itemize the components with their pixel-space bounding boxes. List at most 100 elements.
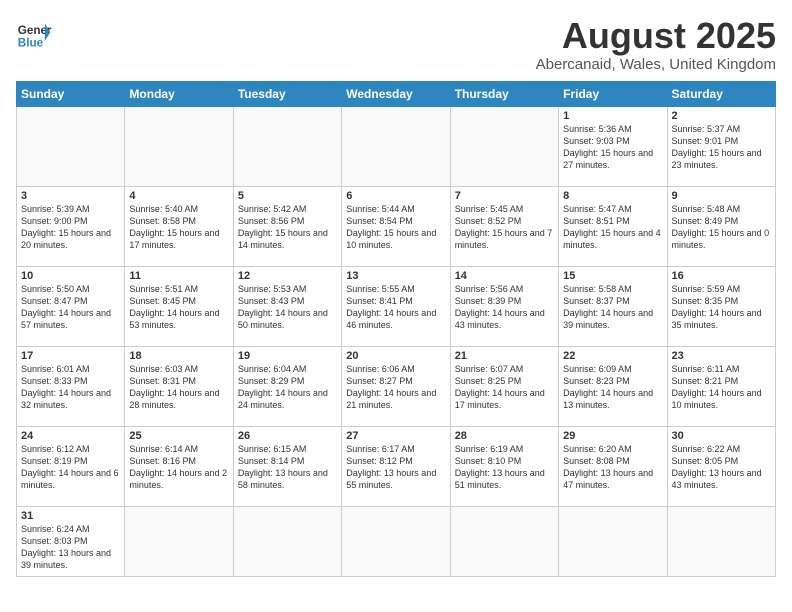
cell-content: Sunrise: 5:40 AM Sunset: 8:58 PM Dayligh… [129, 203, 228, 252]
calendar-cell: 26Sunrise: 6:15 AM Sunset: 8:14 PM Dayli… [233, 426, 341, 506]
cell-content: Sunrise: 5:42 AM Sunset: 8:56 PM Dayligh… [238, 203, 337, 252]
cell-content: Sunrise: 5:44 AM Sunset: 8:54 PM Dayligh… [346, 203, 445, 252]
calendar-cell [450, 506, 558, 576]
calendar-cell: 7Sunrise: 5:45 AM Sunset: 8:52 PM Daylig… [450, 186, 558, 266]
calendar-cell: 1Sunrise: 5:36 AM Sunset: 9:03 PM Daylig… [559, 106, 667, 186]
calendar-cell: 15Sunrise: 5:58 AM Sunset: 8:37 PM Dayli… [559, 266, 667, 346]
calendar-cell [17, 106, 125, 186]
day-number: 21 [455, 350, 554, 362]
cell-content: Sunrise: 5:53 AM Sunset: 8:43 PM Dayligh… [238, 283, 337, 332]
col-sunday: Sunday [17, 81, 125, 106]
calendar-cell [233, 106, 341, 186]
day-number: 18 [129, 350, 228, 362]
logo-icon: General Blue [16, 16, 52, 52]
cell-content: Sunrise: 5:58 AM Sunset: 8:37 PM Dayligh… [563, 283, 662, 332]
day-number: 1 [563, 110, 662, 122]
col-wednesday: Wednesday [342, 81, 450, 106]
day-number: 14 [455, 270, 554, 282]
calendar-cell: 11Sunrise: 5:51 AM Sunset: 8:45 PM Dayli… [125, 266, 233, 346]
calendar-cell: 23Sunrise: 6:11 AM Sunset: 8:21 PM Dayli… [667, 346, 775, 426]
day-number: 6 [346, 190, 445, 202]
day-number: 15 [563, 270, 662, 282]
cell-content: Sunrise: 5:50 AM Sunset: 8:47 PM Dayligh… [21, 283, 120, 332]
cell-content: Sunrise: 5:51 AM Sunset: 8:45 PM Dayligh… [129, 283, 228, 332]
cell-content: Sunrise: 5:55 AM Sunset: 8:41 PM Dayligh… [346, 283, 445, 332]
cell-content: Sunrise: 6:04 AM Sunset: 8:29 PM Dayligh… [238, 363, 337, 412]
day-number: 3 [21, 190, 120, 202]
day-number: 28 [455, 430, 554, 442]
page-header: General Blue August 2025 Abercanaid, Wal… [16, 16, 776, 73]
cell-content: Sunrise: 6:12 AM Sunset: 8:19 PM Dayligh… [21, 443, 120, 492]
calendar-week-0: 1Sunrise: 5:36 AM Sunset: 9:03 PM Daylig… [17, 106, 776, 186]
cell-content: Sunrise: 5:37 AM Sunset: 9:01 PM Dayligh… [672, 123, 771, 172]
day-number: 5 [238, 190, 337, 202]
day-number: 4 [129, 190, 228, 202]
calendar-cell: 9Sunrise: 5:48 AM Sunset: 8:49 PM Daylig… [667, 186, 775, 266]
calendar-cell: 22Sunrise: 6:09 AM Sunset: 8:23 PM Dayli… [559, 346, 667, 426]
day-number: 12 [238, 270, 337, 282]
calendar-cell [342, 506, 450, 576]
cell-content: Sunrise: 6:19 AM Sunset: 8:10 PM Dayligh… [455, 443, 554, 492]
day-number: 30 [672, 430, 771, 442]
cell-content: Sunrise: 5:45 AM Sunset: 8:52 PM Dayligh… [455, 203, 554, 252]
day-number: 26 [238, 430, 337, 442]
cell-content: Sunrise: 6:22 AM Sunset: 8:05 PM Dayligh… [672, 443, 771, 492]
cell-content: Sunrise: 6:14 AM Sunset: 8:16 PM Dayligh… [129, 443, 228, 492]
calendar-cell: 27Sunrise: 6:17 AM Sunset: 8:12 PM Dayli… [342, 426, 450, 506]
cell-content: Sunrise: 6:20 AM Sunset: 8:08 PM Dayligh… [563, 443, 662, 492]
day-number: 11 [129, 270, 228, 282]
calendar-cell: 17Sunrise: 6:01 AM Sunset: 8:33 PM Dayli… [17, 346, 125, 426]
day-number: 22 [563, 350, 662, 362]
calendar-cell: 3Sunrise: 5:39 AM Sunset: 9:00 PM Daylig… [17, 186, 125, 266]
calendar-cell: 18Sunrise: 6:03 AM Sunset: 8:31 PM Dayli… [125, 346, 233, 426]
calendar-cell: 14Sunrise: 5:56 AM Sunset: 8:39 PM Dayli… [450, 266, 558, 346]
cell-content: Sunrise: 5:47 AM Sunset: 8:51 PM Dayligh… [563, 203, 662, 252]
calendar-cell: 8Sunrise: 5:47 AM Sunset: 8:51 PM Daylig… [559, 186, 667, 266]
cell-content: Sunrise: 5:56 AM Sunset: 8:39 PM Dayligh… [455, 283, 554, 332]
calendar-cell [342, 106, 450, 186]
calendar-title: August 2025 [536, 16, 776, 56]
calendar-cell: 28Sunrise: 6:19 AM Sunset: 8:10 PM Dayli… [450, 426, 558, 506]
calendar-cell [450, 106, 558, 186]
cell-content: Sunrise: 5:39 AM Sunset: 9:00 PM Dayligh… [21, 203, 120, 252]
calendar-week-2: 10Sunrise: 5:50 AM Sunset: 8:47 PM Dayli… [17, 266, 776, 346]
day-number: 25 [129, 430, 228, 442]
cell-content: Sunrise: 6:03 AM Sunset: 8:31 PM Dayligh… [129, 363, 228, 412]
day-number: 23 [672, 350, 771, 362]
calendar-week-3: 17Sunrise: 6:01 AM Sunset: 8:33 PM Dayli… [17, 346, 776, 426]
calendar-cell: 30Sunrise: 6:22 AM Sunset: 8:05 PM Dayli… [667, 426, 775, 506]
day-number: 31 [21, 510, 120, 522]
calendar-header-row: Sunday Monday Tuesday Wednesday Thursday… [17, 81, 776, 106]
calendar-cell: 16Sunrise: 5:59 AM Sunset: 8:35 PM Dayli… [667, 266, 775, 346]
calendar-week-1: 3Sunrise: 5:39 AM Sunset: 9:00 PM Daylig… [17, 186, 776, 266]
day-number: 13 [346, 270, 445, 282]
col-friday: Friday [559, 81, 667, 106]
calendar-cell: 10Sunrise: 5:50 AM Sunset: 8:47 PM Dayli… [17, 266, 125, 346]
calendar-cell: 5Sunrise: 5:42 AM Sunset: 8:56 PM Daylig… [233, 186, 341, 266]
day-number: 9 [672, 190, 771, 202]
title-area: August 2025 Abercanaid, Wales, United Ki… [536, 16, 776, 73]
logo: General Blue [16, 16, 52, 52]
calendar-cell [125, 106, 233, 186]
cell-content: Sunrise: 6:17 AM Sunset: 8:12 PM Dayligh… [346, 443, 445, 492]
col-tuesday: Tuesday [233, 81, 341, 106]
calendar-cell: 12Sunrise: 5:53 AM Sunset: 8:43 PM Dayli… [233, 266, 341, 346]
col-monday: Monday [125, 81, 233, 106]
day-number: 7 [455, 190, 554, 202]
svg-text:Blue: Blue [18, 37, 44, 50]
calendar-cell: 2Sunrise: 5:37 AM Sunset: 9:01 PM Daylig… [667, 106, 775, 186]
cell-content: Sunrise: 6:15 AM Sunset: 8:14 PM Dayligh… [238, 443, 337, 492]
calendar-week-5: 31Sunrise: 6:24 AM Sunset: 8:03 PM Dayli… [17, 506, 776, 576]
day-number: 17 [21, 350, 120, 362]
calendar-cell [125, 506, 233, 576]
cell-content: Sunrise: 5:36 AM Sunset: 9:03 PM Dayligh… [563, 123, 662, 172]
calendar-cell: 6Sunrise: 5:44 AM Sunset: 8:54 PM Daylig… [342, 186, 450, 266]
calendar-cell: 29Sunrise: 6:20 AM Sunset: 8:08 PM Dayli… [559, 426, 667, 506]
calendar-cell [559, 506, 667, 576]
calendar-cell [233, 506, 341, 576]
calendar-week-4: 24Sunrise: 6:12 AM Sunset: 8:19 PM Dayli… [17, 426, 776, 506]
cell-content: Sunrise: 6:09 AM Sunset: 8:23 PM Dayligh… [563, 363, 662, 412]
calendar-cell: 25Sunrise: 6:14 AM Sunset: 8:16 PM Dayli… [125, 426, 233, 506]
calendar-cell: 19Sunrise: 6:04 AM Sunset: 8:29 PM Dayli… [233, 346, 341, 426]
day-number: 19 [238, 350, 337, 362]
